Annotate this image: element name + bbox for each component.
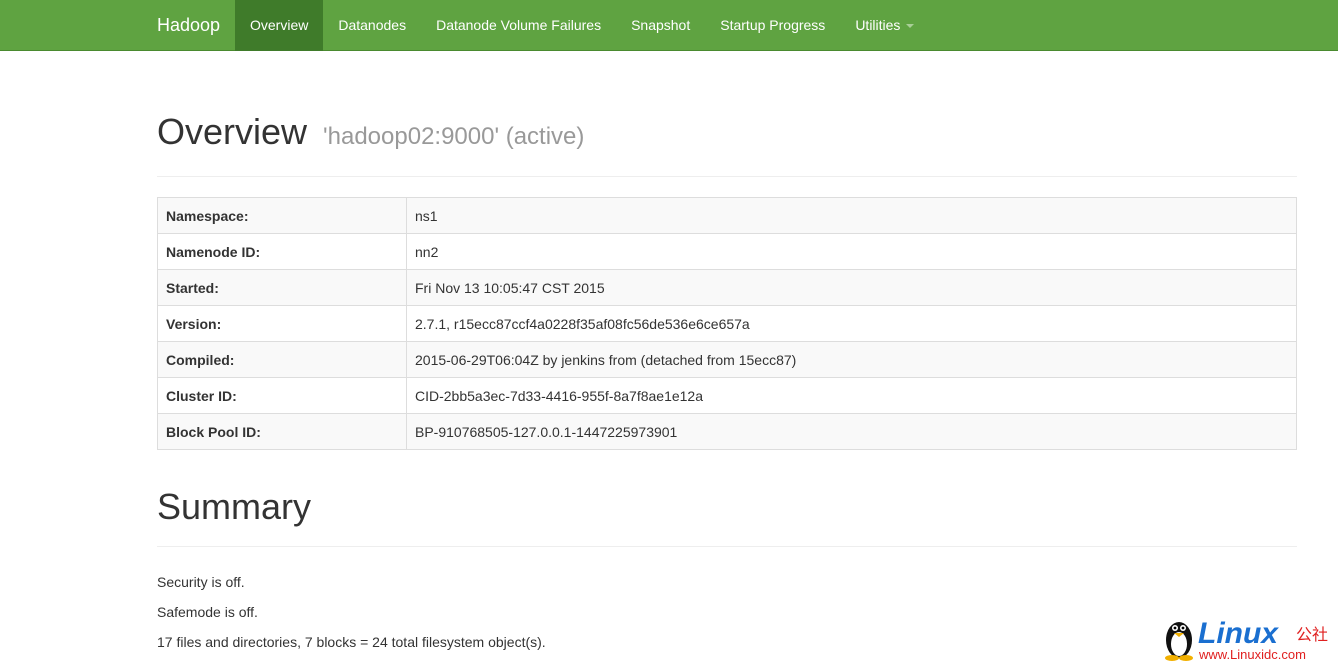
overview-header: Overview 'hadoop02:9000' (active) bbox=[157, 111, 1297, 177]
caret-down-icon bbox=[906, 24, 915, 29]
watermark-brand: Linux bbox=[1198, 617, 1279, 650]
table-row: Namenode ID: nn2 bbox=[157, 233, 1297, 270]
row-label: Version: bbox=[157, 305, 407, 342]
summary-title: Summary bbox=[157, 486, 312, 527]
table-row: Cluster ID: CID-2bb5a3ec-7d33-4416-955f-… bbox=[157, 377, 1297, 414]
watermark-url: www.Linuxidc.com bbox=[1198, 647, 1306, 662]
row-label: Namenode ID: bbox=[157, 233, 407, 270]
row-value: Fri Nov 13 10:05:47 CST 2015 bbox=[406, 269, 1297, 306]
filesystem-objects-summary: 17 files and directories, 7 blocks = 24 … bbox=[157, 634, 546, 650]
overview-subtitle: 'hadoop02:9000' (active) bbox=[323, 123, 585, 150]
row-label: Cluster ID: bbox=[157, 377, 407, 414]
nav-datanode-volume-failures[interactable]: Datanode Volume Failures bbox=[421, 0, 616, 51]
safemode-status: Safemode is off. bbox=[157, 604, 258, 620]
nav-utilities-dropdown[interactable]: Utilities bbox=[840, 0, 929, 51]
nav-startup-progress[interactable]: Startup Progress bbox=[705, 0, 840, 51]
nav-snapshot[interactable]: Snapshot bbox=[616, 0, 705, 51]
row-value: 2.7.1, r15ecc87ccf4a0228f35af08fc56de536… bbox=[406, 305, 1297, 342]
summary-section: Security is off. Safemode is off. 17 fil… bbox=[157, 567, 1297, 657]
watermark-cn: 公社 bbox=[1296, 625, 1328, 644]
brand-link[interactable]: Hadoop bbox=[157, 0, 220, 51]
namenode-info-table: Namespace: ns1 Namenode ID: nn2 Started:… bbox=[157, 197, 1297, 450]
row-value: ns1 bbox=[406, 197, 1297, 234]
row-value: CID-2bb5a3ec-7d33-4416-955f-8a7f8ae1e12a bbox=[406, 377, 1297, 414]
nav-overview[interactable]: Overview bbox=[235, 0, 324, 51]
summary-header: Summary bbox=[157, 486, 1297, 547]
top-navbar: Hadoop Overview Datanodes Datanode Volum… bbox=[0, 0, 1338, 51]
overview-title-text: Overview bbox=[157, 111, 308, 152]
nav-utilities-label: Utilities bbox=[855, 17, 901, 33]
overview-title: Overview 'hadoop02:9000' (active) bbox=[157, 111, 1297, 158]
linuxidc-watermark-logo: Linux 公社 www.Linuxidc.com bbox=[1165, 617, 1328, 662]
table-row: Version: 2.7.1, r15ecc87ccf4a0228f35af08… bbox=[157, 305, 1297, 342]
table-row: Block Pool ID: BP-910768505-127.0.0.1-14… bbox=[157, 413, 1297, 450]
row-value: BP-910768505-127.0.0.1-1447225973901 bbox=[406, 413, 1297, 450]
security-status: Security is off. bbox=[157, 574, 245, 590]
penguin-icon bbox=[1165, 622, 1193, 661]
row-value: nn2 bbox=[406, 233, 1297, 270]
row-label: Compiled: bbox=[157, 341, 407, 378]
row-label: Block Pool ID: bbox=[157, 413, 407, 450]
row-value: 2015-06-29T06:04Z by jenkins from (detac… bbox=[406, 341, 1297, 378]
table-row: Compiled: 2015-06-29T06:04Z by jenkins f… bbox=[157, 341, 1297, 378]
main-content: Overview 'hadoop02:9000' (active) Namesp… bbox=[157, 51, 1297, 657]
nav-datanodes[interactable]: Datanodes bbox=[323, 0, 421, 51]
nav-menu: Overview Datanodes Datanode Volume Failu… bbox=[235, 0, 929, 51]
row-label: Started: bbox=[157, 269, 407, 306]
table-row: Namespace: ns1 bbox=[157, 197, 1297, 234]
table-row: Started: Fri Nov 13 10:05:47 CST 2015 bbox=[157, 269, 1297, 306]
row-label: Namespace: bbox=[157, 197, 407, 234]
